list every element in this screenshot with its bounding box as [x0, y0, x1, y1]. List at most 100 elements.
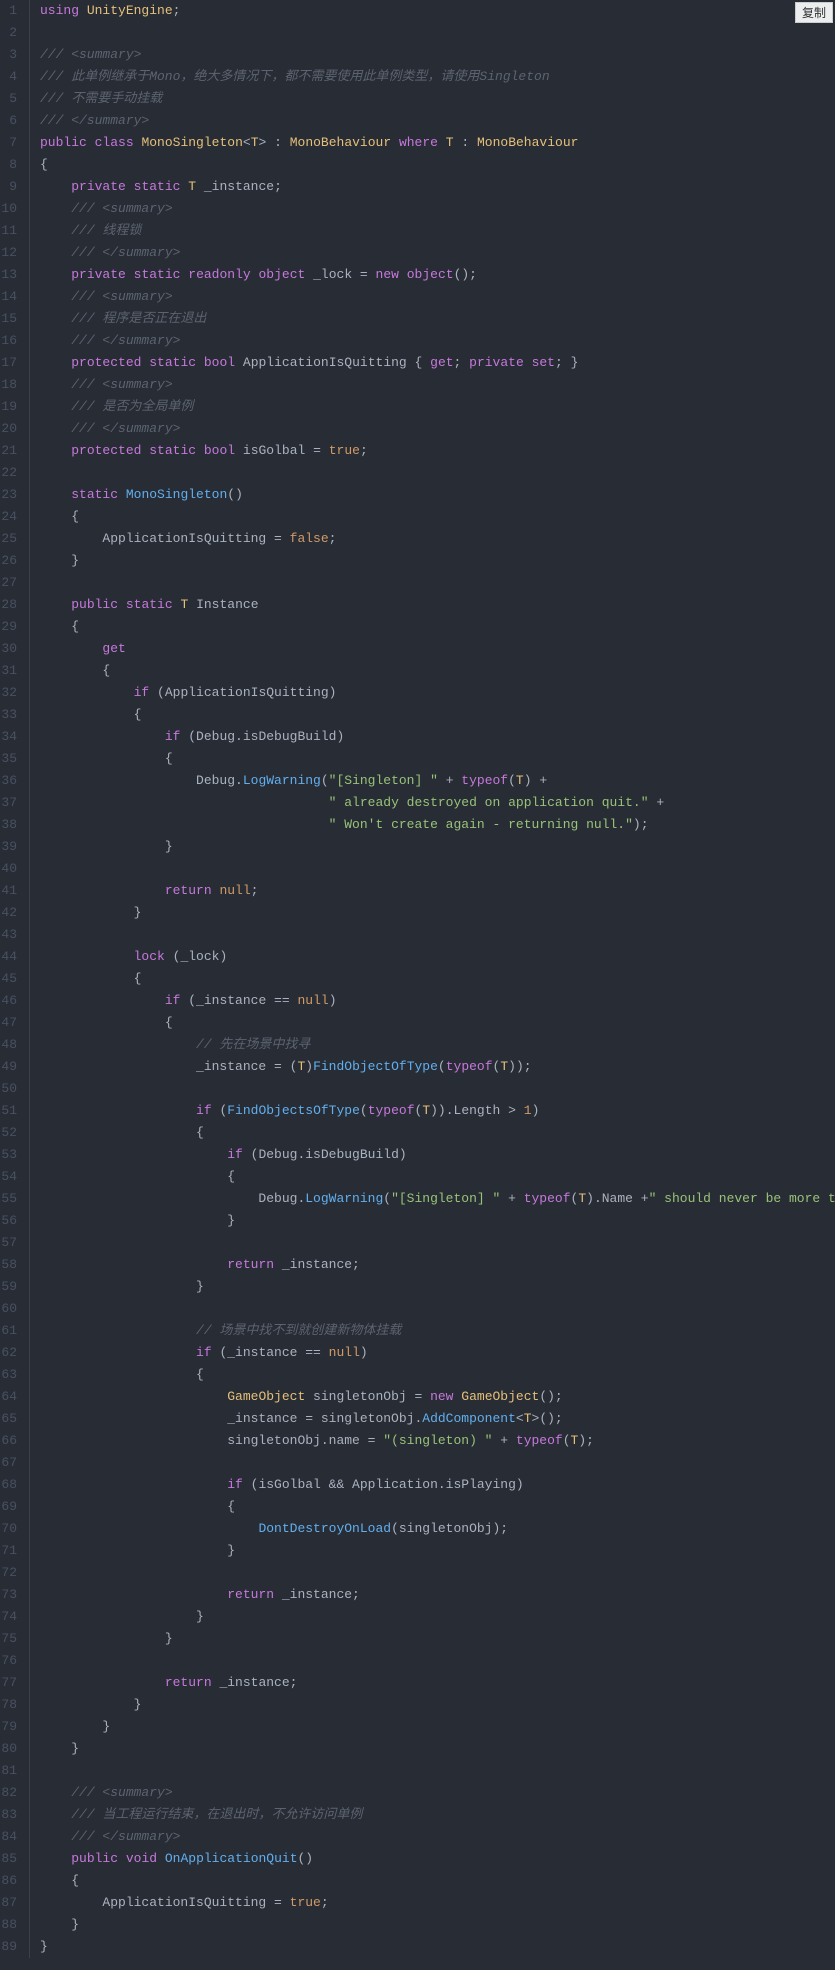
code-line: } [40, 902, 835, 924]
code-line: return _instance; [40, 1254, 835, 1276]
line-number: 25 [0, 528, 21, 550]
line-number: 17 [0, 352, 21, 374]
code-line: { [40, 660, 835, 682]
line-number: 61 [0, 1320, 21, 1342]
line-number: 81 [0, 1760, 21, 1782]
code-line: /// </summary> [40, 242, 835, 264]
code-line: if (ApplicationIsQuitting) [40, 682, 835, 704]
code-line: return _instance; [40, 1672, 835, 1694]
code-line: " Won't create again - returning null.")… [40, 814, 835, 836]
code-line: return _instance; [40, 1584, 835, 1606]
code-line: /// </summary> [40, 330, 835, 352]
code-line: } [40, 550, 835, 572]
code-line: /// </summary> [40, 110, 835, 132]
line-number: 46 [0, 990, 21, 1012]
code-line: } [40, 1914, 835, 1936]
line-number: 6 [0, 110, 21, 132]
code-line: if (Debug.isDebugBuild) [40, 1144, 835, 1166]
code-editor: 复制 1234567891011121314151617181920212223… [0, 0, 835, 1958]
line-number: 8 [0, 154, 21, 176]
copy-button[interactable]: 复制 [795, 2, 833, 23]
code-line: if (FindObjectsOfType(typeof(T)).Length … [40, 1100, 835, 1122]
code-line: _instance = singletonObj.AddComponent<T>… [40, 1408, 835, 1430]
line-number: 72 [0, 1562, 21, 1584]
code-line [40, 1562, 835, 1584]
line-number: 5 [0, 88, 21, 110]
line-number: 45 [0, 968, 21, 990]
line-number-gutter: 1234567891011121314151617181920212223242… [0, 0, 30, 1958]
code-line: { [40, 1122, 835, 1144]
line-number: 19 [0, 396, 21, 418]
code-line: /// 是否为全局单例 [40, 396, 835, 418]
code-line: DontDestroyOnLoad(singletonObj); [40, 1518, 835, 1540]
code-line [40, 22, 835, 44]
line-number: 74 [0, 1606, 21, 1628]
code-content[interactable]: using UnityEngine; /// <summary> /// 此单例继… [30, 0, 835, 1958]
code-line: { [40, 748, 835, 770]
line-number: 88 [0, 1914, 21, 1936]
line-number: 68 [0, 1474, 21, 1496]
code-line: // 场景中找不到就创建新物体挂载 [40, 1320, 835, 1342]
code-line: { [40, 1496, 835, 1518]
code-line: if (Debug.isDebugBuild) [40, 726, 835, 748]
line-number: 9 [0, 176, 21, 198]
code-line: public static T Instance [40, 594, 835, 616]
line-number: 21 [0, 440, 21, 462]
code-line: /// 此单例继承于Mono，绝大多情况下，都不需要使用此单例类型，请使用Sin… [40, 66, 835, 88]
line-number: 18 [0, 374, 21, 396]
code-line [40, 1452, 835, 1474]
line-number: 36 [0, 770, 21, 792]
code-line: } [40, 1210, 835, 1232]
line-number: 22 [0, 462, 21, 484]
line-number: 59 [0, 1276, 21, 1298]
code-line: return null; [40, 880, 835, 902]
code-line: _instance = (T)FindObjectOfType(typeof(T… [40, 1056, 835, 1078]
code-line: { [40, 616, 835, 638]
line-number: 56 [0, 1210, 21, 1232]
line-number: 75 [0, 1628, 21, 1650]
code-line [40, 572, 835, 594]
code-line: { [40, 1364, 835, 1386]
line-number: 79 [0, 1716, 21, 1738]
code-line: using UnityEngine; [40, 0, 835, 22]
line-number: 28 [0, 594, 21, 616]
line-number: 32 [0, 682, 21, 704]
code-line [40, 1650, 835, 1672]
line-number: 13 [0, 264, 21, 286]
line-number: 83 [0, 1804, 21, 1826]
line-number: 43 [0, 924, 21, 946]
code-line: get [40, 638, 835, 660]
line-number: 38 [0, 814, 21, 836]
code-line: } [40, 836, 835, 858]
code-line: } [40, 1606, 835, 1628]
line-number: 40 [0, 858, 21, 880]
line-number: 34 [0, 726, 21, 748]
code-line: /// 当工程运行结束，在退出时，不允许访问单例 [40, 1804, 835, 1826]
line-number: 41 [0, 880, 21, 902]
line-number: 15 [0, 308, 21, 330]
line-number: 35 [0, 748, 21, 770]
line-number: 84 [0, 1826, 21, 1848]
code-line: protected static bool isGolbal = true; [40, 440, 835, 462]
line-number: 53 [0, 1144, 21, 1166]
line-number: 80 [0, 1738, 21, 1760]
line-number: 73 [0, 1584, 21, 1606]
line-number: 89 [0, 1936, 21, 1958]
code-line: } [40, 1628, 835, 1650]
line-number: 37 [0, 792, 21, 814]
line-number: 50 [0, 1078, 21, 1100]
line-number: 49 [0, 1056, 21, 1078]
line-number: 47 [0, 1012, 21, 1034]
line-number: 78 [0, 1694, 21, 1716]
code-line: /// 程序是否正在退出 [40, 308, 835, 330]
code-line: /// <summary> [40, 374, 835, 396]
line-number: 3 [0, 44, 21, 66]
code-line: public class MonoSingleton<T> : MonoBeha… [40, 132, 835, 154]
line-number: 4 [0, 66, 21, 88]
code-line: } [40, 1540, 835, 1562]
line-number: 67 [0, 1452, 21, 1474]
code-line: /// <summary> [40, 1782, 835, 1804]
code-line: { [40, 704, 835, 726]
line-number: 11 [0, 220, 21, 242]
line-number: 33 [0, 704, 21, 726]
